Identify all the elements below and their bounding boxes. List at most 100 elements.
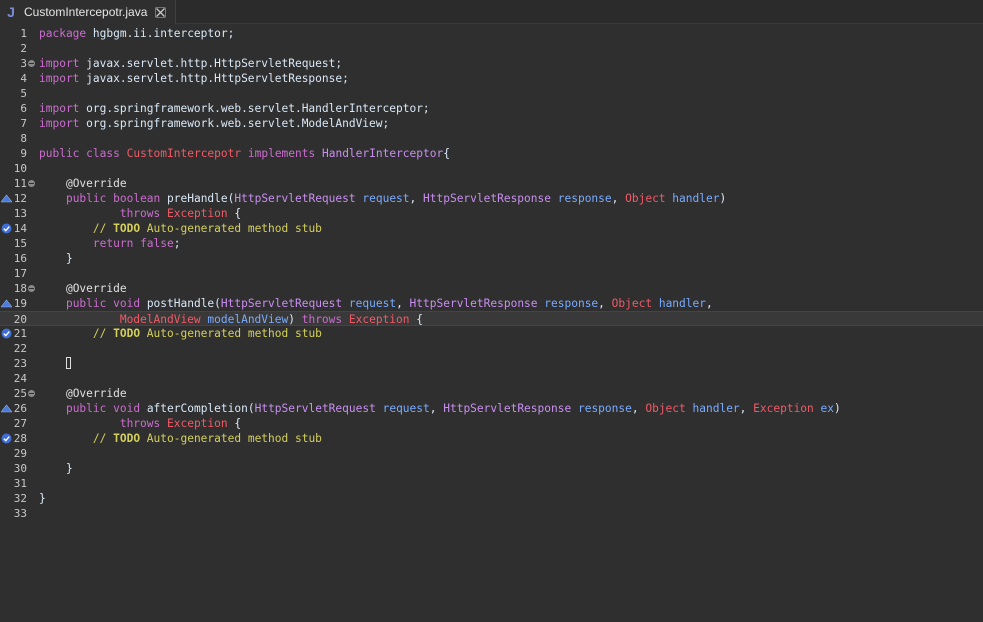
code-text[interactable]: } — [39, 461, 73, 476]
fold-collapse-icon[interactable] — [28, 390, 35, 397]
code-token: ModelAndView — [119, 313, 201, 326]
code-text[interactable] — [39, 356, 71, 371]
code-line[interactable]: 2 — [0, 41, 983, 56]
fold-collapse-icon[interactable] — [28, 180, 35, 187]
code-line[interactable]: 11 @Override — [0, 176, 983, 191]
code-line[interactable]: 8 — [0, 131, 983, 146]
code-token: import — [39, 102, 80, 115]
code-line[interactable]: 7 import org.springframework.web.servlet.… — [0, 116, 983, 131]
code-line[interactable]: 9 public class CustomIntercepotr implemen… — [0, 146, 983, 161]
code-token: Object — [625, 192, 666, 205]
code-text[interactable]: import org.springframework.web.servlet.M… — [39, 116, 389, 131]
code-line[interactable]: 27 throws Exception { — [0, 416, 983, 431]
code-text[interactable]: public void afterCompletion(HttpServletR… — [39, 401, 841, 416]
code-token: handler — [672, 192, 720, 205]
code-line[interactable]: 4 import javax.servlet.http.HttpServletRe… — [0, 71, 983, 86]
code-text[interactable]: @Override — [39, 176, 127, 191]
code-line[interactable]: 20 ModelAndView modelAndView) throws Exc… — [0, 311, 983, 326]
code-text[interactable]: } — [39, 491, 46, 506]
code-text[interactable]: return false; — [39, 236, 181, 251]
code-line[interactable]: 1 package hgbgm.ii.interceptor; — [0, 26, 983, 41]
code-line[interactable]: 5 — [0, 86, 983, 101]
override-triangle-icon[interactable] — [1, 193, 12, 204]
code-line[interactable]: 33 — [0, 506, 983, 521]
code-text[interactable]: package hgbgm.ii.interceptor; — [39, 26, 234, 41]
code-token: { — [409, 313, 423, 326]
code-line[interactable]: 32} — [0, 491, 983, 506]
code-text[interactable]: public boolean preHandle(HttpServletRequ… — [39, 191, 726, 206]
code-text[interactable]: // TODO Auto-generated method stub — [39, 326, 322, 341]
code-token: Auto-generated method stub — [140, 327, 322, 340]
line-number: 20 — [13, 313, 27, 326]
code-line[interactable]: 13 throws Exception { — [0, 206, 983, 221]
task-check-icon[interactable] — [1, 223, 12, 234]
code-token: modelAndView — [207, 313, 289, 326]
code-line[interactable]: 17 — [0, 266, 983, 281]
code-token: HttpServletResponse — [423, 192, 551, 205]
code-text[interactable]: // TODO Auto-generated method stub — [39, 221, 322, 236]
code-text[interactable]: } — [39, 251, 73, 266]
code-text[interactable]: public class CustomIntercepotr implement… — [39, 146, 450, 161]
line-number: 16 — [13, 252, 27, 265]
code-line[interactable]: 28 // TODO Auto-generated method stub — [0, 431, 983, 446]
code-line[interactable]: 12 public boolean preHandle(HttpServletR… — [0, 191, 983, 206]
line-number: 1 — [20, 27, 27, 40]
code-token: import — [39, 117, 80, 130]
code-text[interactable]: @Override — [39, 386, 127, 401]
code-text[interactable]: throws Exception { — [39, 206, 241, 221]
tab-customintercepotr-java[interactable]: J CustomIntercepotr.java — [0, 0, 176, 24]
code-line[interactable]: 6 import org.springframework.web.servlet.… — [0, 101, 983, 116]
code-line[interactable]: 24 — [0, 371, 983, 386]
code-line[interactable]: 19 public void postHandle(HttpServletReq… — [0, 296, 983, 311]
line-number: 24 — [13, 372, 27, 385]
line-number: 17 — [13, 267, 27, 280]
code-line[interactable]: 15 return false; — [0, 236, 983, 251]
code-line[interactable]: 25 @Override — [0, 386, 983, 401]
code-token: Object — [611, 297, 653, 310]
code-text[interactable]: import javax.servlet.http.HttpServletReq… — [39, 56, 342, 71]
task-check-icon[interactable] — [1, 433, 12, 444]
code-text[interactable]: import org.springframework.web.servlet.H… — [39, 101, 430, 116]
code-token: , — [611, 192, 626, 205]
close-icon[interactable] — [154, 6, 166, 18]
code-token: CustomIntercepotr — [126, 147, 242, 160]
code-token: response — [557, 192, 612, 205]
code-text[interactable]: @Override — [39, 281, 127, 296]
code-token: import — [39, 72, 80, 85]
fold-collapse-icon[interactable] — [28, 285, 35, 292]
code-line[interactable]: 16 } — [0, 251, 983, 266]
code-line[interactable]: 29 — [0, 446, 983, 461]
code-line[interactable]: 10 — [0, 161, 983, 176]
code-text[interactable]: throws Exception { — [39, 416, 241, 431]
code-line[interactable]: 18 @Override — [0, 281, 983, 296]
code-line[interactable]: 22 — [0, 341, 983, 356]
line-number: 8 — [20, 132, 27, 145]
task-check-icon[interactable] — [1, 328, 12, 339]
code-line[interactable]: 3 import javax.servlet.http.HttpServletRe… — [0, 56, 983, 71]
editor-tab-bar: J CustomIntercepotr.java — [0, 0, 983, 24]
override-triangle-icon[interactable] — [1, 403, 12, 414]
code-line[interactable]: 14 // TODO Auto-generated method stub — [0, 221, 983, 236]
override-triangle-icon[interactable] — [1, 298, 12, 309]
code-line[interactable]: 31 — [0, 476, 983, 491]
code-token: HandlerInterceptor — [321, 147, 444, 160]
line-number: 29 — [13, 447, 27, 460]
code-line[interactable]: 23 — [0, 356, 983, 371]
fold-collapse-icon[interactable] — [28, 60, 35, 67]
code-text[interactable]: import javax.servlet.http.HttpServletRes… — [39, 71, 349, 86]
code-line[interactable]: 26 public void afterCompletion(HttpServl… — [0, 401, 983, 416]
code-line[interactable]: 30 } — [0, 461, 983, 476]
code-token: HttpServletRequest — [234, 192, 356, 205]
code-text[interactable]: public void postHandle(HttpServletReques… — [39, 296, 713, 311]
code-token: org.springframework.web.servlet.HandlerI… — [79, 102, 430, 115]
code-token: ) — [719, 192, 727, 205]
code-editor[interactable]: 1 package hgbgm.ii.interceptor; 2 3 import j… — [0, 24, 983, 622]
code-text[interactable]: // TODO Auto-generated method stub — [39, 431, 322, 446]
code-text[interactable]: ModelAndView modelAndView) throws Except… — [39, 312, 423, 327]
code-line[interactable]: 21 // TODO Auto-generated method stub — [0, 326, 983, 341]
